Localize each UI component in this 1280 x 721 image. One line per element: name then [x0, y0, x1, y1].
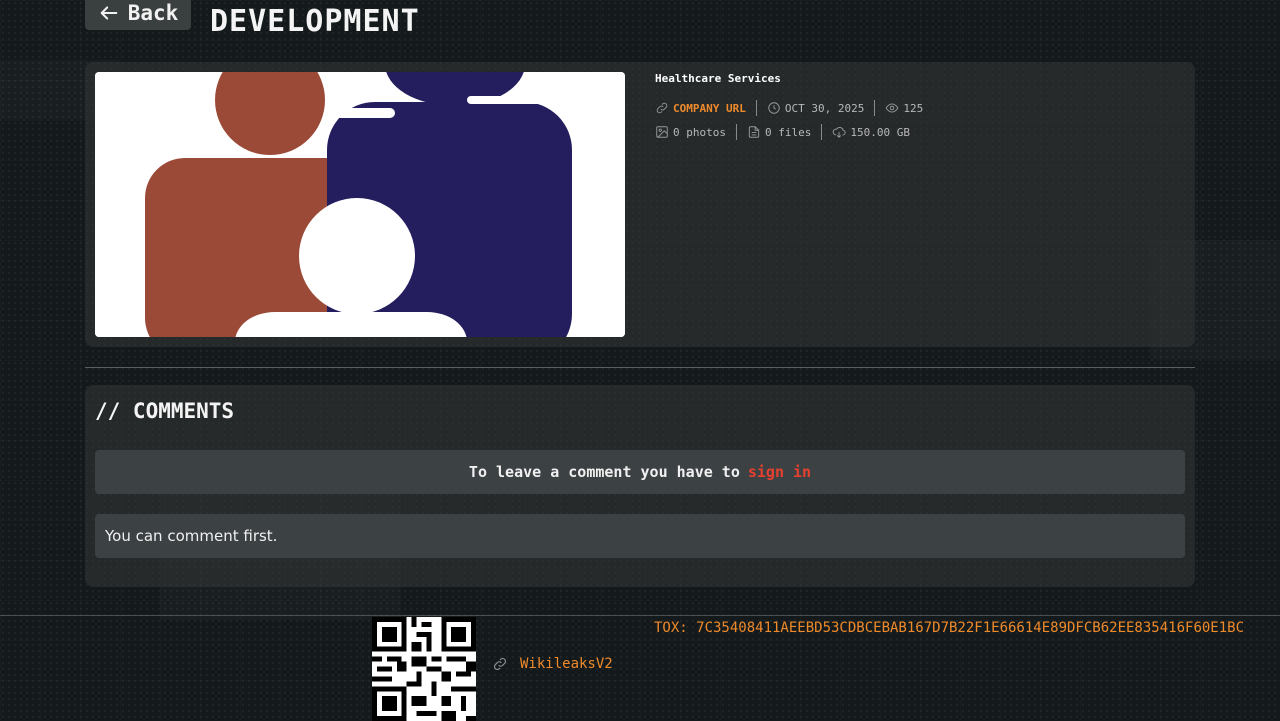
- wikileaks-link-label: WikileaksV2: [520, 656, 613, 672]
- date-item: OCT 30, 2025: [767, 101, 864, 115]
- cloud-download-icon: [833, 127, 846, 138]
- views-item: 125: [885, 101, 923, 115]
- photos-item: 0 photos: [655, 125, 726, 139]
- back-button[interactable]: Back: [85, 0, 191, 30]
- section-divider: [85, 367, 1195, 368]
- eye-icon: [885, 103, 899, 113]
- page-title: DEVELOPMENT: [210, 4, 420, 39]
- files-count: 0 files: [764, 125, 812, 139]
- image-icon: [656, 126, 668, 138]
- signin-link[interactable]: sign in: [748, 463, 811, 481]
- comments-title: // COMMENTS: [95, 399, 235, 423]
- file-icon: [748, 126, 760, 138]
- link-icon: [656, 102, 668, 114]
- views-count: 125: [903, 101, 924, 115]
- empty-comments-box: You can comment first.: [95, 514, 1185, 558]
- meta-separator: [874, 100, 876, 116]
- size-item: 150.00 GB: [832, 125, 910, 139]
- arrow-left-icon: [100, 6, 118, 20]
- wikileaks-link[interactable]: WikileaksV2: [492, 656, 613, 672]
- meta-row-secondary: 0 photos 0 files 150.00 GB: [655, 124, 910, 140]
- date-value: OCT 30, 2025: [784, 101, 865, 115]
- signin-prompt-box: To leave a comment you have to sign in: [95, 450, 1185, 494]
- footer: WikileaksV2 TOX: 7C35408411AEEBD53CDBCEB…: [0, 615, 1280, 721]
- meta-separator: [821, 124, 823, 140]
- signin-prompt-text: To leave a comment you have to: [468, 463, 740, 481]
- qr-code-image: [372, 617, 476, 721]
- tox-id[interactable]: TOX: 7C35408411AEEBD53CDBCEBAB167D7B22F1…: [654, 620, 1276, 636]
- company-logo-image: [95, 72, 625, 337]
- category-label: Healthcare Services: [655, 72, 781, 85]
- meta-row-primary: COMPANY URL OCT 30, 2025 125: [655, 100, 923, 116]
- company-url-link[interactable]: COMPANY URL: [655, 101, 746, 115]
- empty-comments-message: You can comment first.: [105, 527, 278, 545]
- comments-section: // COMMENTS To leave a comment you have …: [85, 385, 1195, 587]
- clock-icon: [768, 102, 780, 114]
- photos-count: 0 photos: [673, 125, 726, 139]
- meta-separator: [735, 124, 737, 140]
- company-url-label: COMPANY URL: [673, 101, 746, 115]
- post-card: Healthcare Services COMPANY URL OCT 30, …: [85, 62, 1195, 347]
- link-icon: [493, 657, 507, 671]
- files-item: 0 files: [747, 125, 811, 139]
- size-value: 150.00 GB: [850, 125, 910, 139]
- meta-separator: [755, 100, 757, 116]
- back-button-label: Back: [127, 1, 179, 25]
